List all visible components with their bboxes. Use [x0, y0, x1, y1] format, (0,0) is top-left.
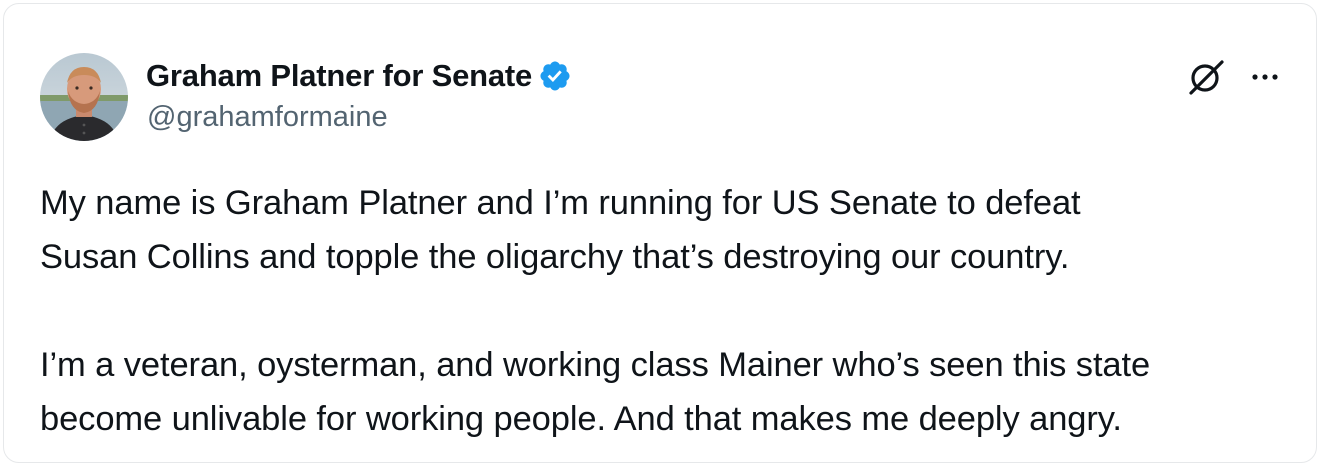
tweet-line: I’m a veteran, oysterman, and working cl… [40, 346, 1151, 384]
more-options-icon[interactable] [1247, 68, 1283, 86]
grok-icon[interactable] [1186, 57, 1226, 97]
tweet-line: become unlivable for working people. And… [40, 400, 1122, 438]
tweet-card[interactable]: Graham Platner for Senate @grahamformain… [3, 3, 1317, 463]
tweet-paragraph: My name is Graham Platner and I’m runnin… [40, 176, 1310, 284]
display-name[interactable]: Graham Platner for Senate [146, 58, 532, 94]
author-name-row: Graham Platner for Senate [146, 56, 572, 96]
tweet-line: Susan Collins and topple the oligarchy t… [40, 238, 1070, 276]
tweet-text: My name is Graham Platner and I’m runnin… [40, 176, 1310, 446]
avatar[interactable] [40, 53, 128, 141]
author-handle[interactable]: @grahamformaine [147, 101, 388, 134]
verified-badge-icon[interactable] [538, 59, 572, 93]
tweet-line: My name is Graham Platner and I’m runnin… [40, 184, 1081, 222]
tweet-paragraph: I’m a veteran, oysterman, and working cl… [40, 338, 1310, 446]
profile-photo [40, 53, 128, 141]
